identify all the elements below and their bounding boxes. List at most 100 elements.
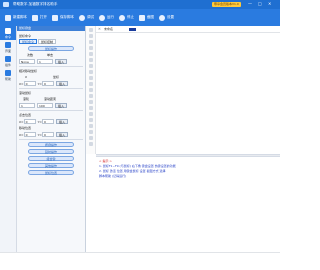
app-logo-icon [3, 2, 9, 7]
maximize-button[interactable]: □ [258, 1, 262, 6]
gutter-icon[interactable] [88, 46, 93, 50]
insert-button[interactable]: 插入 [55, 59, 68, 64]
mouse-operation-header[interactable]: 鼠标操作 [28, 46, 74, 51]
section-title: 移动位置 [19, 126, 32, 130]
text-selection [128, 27, 136, 31]
section-title: 鼠标命令 [19, 34, 32, 38]
command-icon [5, 27, 11, 34]
side-nav: 命令 界面 插件 帮助 [0, 26, 17, 252]
close-button[interactable]: ✕ [268, 1, 271, 6]
editor-tab[interactable]: 未命名 [104, 27, 113, 31]
script-editor[interactable]: ✕ 未命名 [96, 26, 280, 154]
divider [19, 139, 83, 140]
gutter-icon[interactable] [88, 70, 93, 74]
insert-button[interactable]: 插入 [55, 119, 68, 124]
coord-label: 坐标 [52, 75, 59, 79]
wheel-label: 滚轮 [22, 97, 29, 101]
move-y-input[interactable]: 0 [41, 132, 54, 137]
output-log: < 提示 > 1. 鼠标F1~F9 (与鼠标) 右下角 键盘设置 热键设置的功能… [96, 157, 280, 252]
sidenav-item-command[interactable]: 命令 [0, 26, 16, 40]
scroll-distance-input[interactable]: 100 [37, 103, 53, 108]
other-operation-group[interactable]: 其他操作 [28, 163, 74, 168]
sidenav-item-window[interactable]: 界面 [0, 40, 16, 54]
gutter-icon[interactable] [88, 34, 93, 38]
divider [19, 66, 83, 67]
gutter-icon[interactable] [88, 28, 93, 32]
click-type-label: 单击 [46, 53, 53, 57]
debug-icon [79, 14, 85, 21]
camera-icon [139, 14, 145, 21]
click-x-input[interactable]: 0 [23, 119, 36, 124]
relative-x-input[interactable]: 0 [23, 81, 36, 86]
save-icon [52, 14, 58, 21]
open-button[interactable]: 打开 [32, 14, 47, 21]
editor-gutter [86, 26, 96, 154]
gutter-icon[interactable] [88, 130, 93, 134]
gutter-icon[interactable] [88, 112, 93, 116]
gutter-icon[interactable] [88, 76, 93, 80]
sidenav-item-help[interactable]: 帮助 [0, 68, 16, 82]
gutter-icon[interactable] [88, 52, 93, 56]
close-tab-icon[interactable]: ✕ [98, 27, 101, 31]
save-script-button[interactable]: 保存脚本 [52, 14, 74, 21]
gutter-icon[interactable] [88, 118, 93, 122]
gutter-icon[interactable] [88, 100, 93, 104]
scroll-distance-label: 滚动距离 [43, 97, 56, 101]
editor-tabbar: ✕ 未命名 [96, 26, 280, 33]
gutter-icon[interactable] [88, 142, 93, 146]
gutter-icon[interactable] [88, 106, 93, 110]
count-label: 次数 [26, 53, 33, 57]
gutter-icon[interactable] [88, 124, 93, 128]
click-select[interactable]: 1 [37, 59, 53, 64]
plugin-icon [5, 55, 11, 62]
debug-button[interactable]: 调试 [79, 14, 94, 21]
run-button[interactable]: 运行 [99, 14, 114, 21]
button-select[interactable]: None [19, 59, 35, 64]
gutter-icon[interactable] [88, 40, 93, 44]
gutter-icon[interactable] [88, 58, 93, 62]
section-title: 相对移动坐标 [19, 69, 38, 73]
section-title: 点击位置 [19, 113, 32, 117]
settings-button[interactable]: 设置 [159, 14, 174, 21]
new-script-button[interactable]: 新建脚本 [5, 14, 27, 21]
key-combo-group[interactable]: 组合键 [28, 156, 74, 161]
gutter-icon[interactable] [88, 94, 93, 98]
vip-badge[interactable]: 尊享会员版本V1.0 [212, 2, 241, 7]
insert-button[interactable]: 插入 [55, 81, 68, 86]
gutter-icon[interactable] [88, 136, 93, 140]
delay-operation-group[interactable]: 延时操作 [28, 149, 74, 154]
folder-icon [32, 14, 38, 21]
sidenav-item-plugin[interactable]: 插件 [0, 54, 16, 68]
title-bar: 帮助数字-加福数字排名助手 尊享会员版本V1.0 — □ ✕ [0, 0, 280, 9]
stop-button[interactable]: 停止 [119, 14, 134, 21]
gutter-icon[interactable] [88, 88, 93, 92]
relative-y-input[interactable]: 0 [41, 81, 54, 86]
gear-icon [159, 14, 165, 21]
plus-icon [5, 14, 11, 21]
gutter-icon[interactable] [88, 64, 93, 68]
command-panel: 鼠标键盘 鼠标命令 鼠标命令 鼠标控制 鼠标操作 次数 单击 None 1 插入… [17, 26, 86, 252]
output-line: 脚本帮助 (记得运行) [99, 174, 127, 178]
divider [19, 110, 83, 111]
gutter-icon[interactable] [88, 82, 93, 86]
insert-button[interactable]: 插入 [55, 132, 68, 137]
mouse-position-group[interactable]: 鼠标位置 [28, 170, 74, 175]
toolbar: 新建脚本 打开 保存脚本 调试 运行 停止 截图 设置 [0, 9, 280, 26]
divider [19, 88, 83, 89]
play-icon [99, 14, 105, 21]
minimize-button[interactable]: — [248, 1, 252, 6]
click-y-input[interactable]: 0 [41, 119, 54, 124]
key-operation-group[interactable]: 按键操作 [28, 142, 74, 147]
tab-mouse-control[interactable]: 鼠标控制 [38, 39, 57, 44]
x-label: X [24, 75, 28, 79]
tab-mouse-command[interactable]: 鼠标命令 [19, 39, 38, 44]
stop-icon [119, 14, 125, 21]
move-x-input[interactable]: 0 [23, 132, 36, 137]
insert-button[interactable]: 插入 [55, 103, 68, 108]
help-icon [5, 69, 11, 76]
wheel-input[interactable]: 1 [19, 103, 35, 108]
window-title: 帮助数字-加福数字排名助手 [13, 2, 58, 6]
status-bar [0, 252, 280, 270]
section-title: 滚动鼠标 [19, 91, 32, 95]
screenshot-button[interactable]: 截图 [139, 14, 154, 21]
